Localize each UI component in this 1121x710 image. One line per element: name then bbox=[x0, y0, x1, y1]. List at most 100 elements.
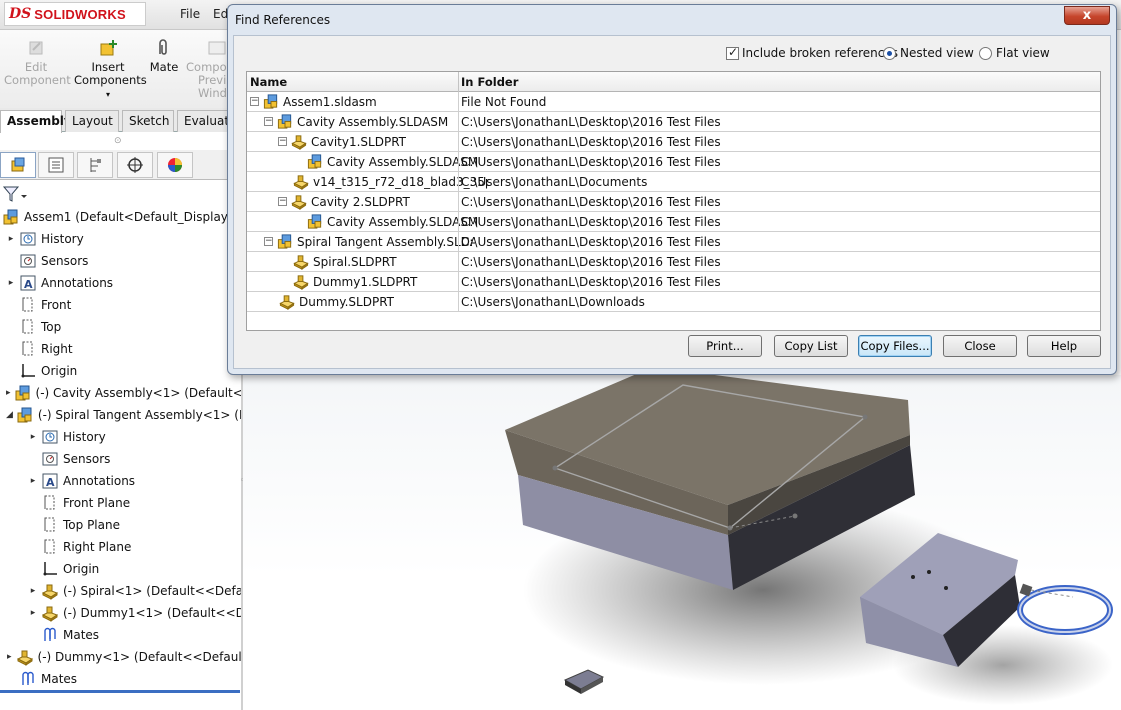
tab-assembly[interactable]: Assembly bbox=[0, 110, 72, 133]
tab-sketch[interactable]: Sketch bbox=[122, 110, 174, 132]
tree-item[interactable]: Front bbox=[6, 294, 242, 316]
assembly-icon bbox=[263, 94, 278, 109]
ds-logo-mark: DS bbox=[9, 6, 32, 22]
table-row[interactable]: Spiral.SLDPRT C:\Users\JonathanL\Desktop\… bbox=[247, 252, 1100, 272]
dimxpert-manager-tab[interactable] bbox=[117, 152, 153, 178]
nested-view-option[interactable]: Nested view bbox=[883, 46, 974, 60]
chevron-down-icon[interactable]: ▾ bbox=[106, 90, 110, 99]
cell-divider bbox=[458, 132, 459, 152]
expand-arrow-icon[interactable]: ▸ bbox=[6, 234, 16, 244]
tree-item-label: History bbox=[63, 430, 106, 444]
references-grid: Name In Folder − Assem1.sldasm File Not Fo… bbox=[246, 71, 1101, 331]
cell-divider bbox=[458, 272, 459, 292]
table-row[interactable]: − Cavity 2.SLDPRT C:\Users\JonathanL\Deskt… bbox=[247, 192, 1100, 212]
crosshair-icon bbox=[127, 157, 143, 173]
table-row[interactable]: − Assem1.sldasm File Not Found bbox=[247, 92, 1100, 112]
expand-arrow-icon[interactable]: ▸ bbox=[6, 652, 13, 662]
dialog-close-button[interactable]: x bbox=[1064, 6, 1110, 25]
copy-files-button[interactable]: Copy Files... bbox=[858, 335, 932, 357]
flat-view-radio[interactable] bbox=[979, 46, 992, 60]
table-row[interactable]: Dummy1.SLDPRT C:\Users\JonathanL\Desktop\… bbox=[247, 272, 1100, 292]
plane-icon bbox=[22, 319, 33, 334]
nested-view-radio[interactable] bbox=[883, 46, 896, 60]
tree-item[interactable]: Front Plane bbox=[28, 492, 242, 514]
table-row[interactable]: − Spiral Tangent Assembly.SLDA C:\Users\Jo… bbox=[247, 232, 1100, 252]
file-folder-path: C:\Users\JonathanL\Desktop\2016 Test Fil… bbox=[461, 214, 721, 229]
expand-arrow-icon[interactable]: ◢ bbox=[6, 410, 13, 420]
file-folder-path: C:\Users\JonathanL\Desktop\2016 Test Fil… bbox=[461, 234, 721, 249]
include-broken-references-option[interactable]: Include broken references bbox=[726, 45, 898, 60]
help-button[interactable]: Help bbox=[1027, 335, 1101, 357]
tree-item[interactable]: Right Plane bbox=[28, 536, 242, 558]
plane-icon bbox=[44, 495, 55, 510]
expand-arrow-icon[interactable]: ▸ bbox=[28, 586, 38, 596]
configuration-manager-tab[interactable] bbox=[77, 152, 113, 178]
tree-item[interactable]: ▸ (-) Spiral<1> (Default<<Default> bbox=[28, 580, 242, 602]
feature-manager-tree-tab[interactable] bbox=[0, 152, 36, 178]
tree-item[interactable]: Sensors bbox=[6, 250, 242, 272]
assembly-icon bbox=[277, 234, 292, 249]
file-folder-path: C:\Users\JonathanL\Desktop\2016 Test Fil… bbox=[461, 154, 721, 169]
collapse-toggle-icon[interactable]: − bbox=[278, 197, 287, 206]
expand-arrow-icon[interactable]: ▸ bbox=[28, 432, 38, 442]
splitter-grip-icon[interactable]: ⊙ bbox=[114, 136, 122, 146]
tree-item-label: Origin bbox=[41, 364, 78, 378]
tree-item[interactable]: ▸ (-) Dummy1<1> (Default<<Defa bbox=[28, 602, 242, 624]
tree-item[interactable]: Origin bbox=[6, 360, 242, 382]
include-broken-references-checkbox[interactable] bbox=[726, 45, 739, 60]
tree-item[interactable]: Mates bbox=[6, 668, 242, 690]
file-name: Dummy1.SLDPRT bbox=[313, 274, 418, 289]
collapse-toggle-icon[interactable]: − bbox=[264, 237, 273, 246]
column-header-in-folder[interactable]: In Folder bbox=[461, 75, 518, 89]
column-divider[interactable] bbox=[458, 72, 459, 92]
solidworks-logo[interactable]: DS SOLIDWORKS bbox=[4, 2, 146, 26]
tree-filter-button[interactable] bbox=[2, 184, 32, 204]
tree-item[interactable]: Assem1 (Default<Default_Display State bbox=[2, 206, 242, 228]
tree-item-label: (-) Spiral Tangent Assembly<1> (Defa bbox=[37, 408, 242, 422]
edit-component-button[interactable]: Edit Component bbox=[4, 38, 71, 87]
property-manager-tab[interactable] bbox=[38, 152, 74, 178]
table-row[interactable]: Cavity Assembly.SLDASM C:\Users\JonathanL… bbox=[247, 212, 1100, 232]
collapse-toggle-icon[interactable]: − bbox=[250, 97, 259, 106]
tree-item[interactable]: Sensors bbox=[28, 448, 242, 470]
expand-arrow-icon[interactable]: ▸ bbox=[6, 278, 16, 288]
close-button[interactable]: Close bbox=[943, 335, 1017, 357]
collapse-toggle-icon[interactable]: − bbox=[278, 137, 287, 146]
tree-item[interactable]: Top Plane bbox=[28, 514, 242, 536]
tab-layout[interactable]: Layout bbox=[65, 110, 119, 132]
display-manager-tab[interactable] bbox=[157, 152, 193, 178]
file-name: Cavity Assembly.SLDASM bbox=[327, 154, 479, 169]
table-row[interactable]: − Cavity Assembly.SLDASM C:\Users\Jonathan… bbox=[247, 112, 1100, 132]
tree-item[interactable]: ▸ A Annotations bbox=[6, 272, 242, 294]
expand-arrow-icon[interactable]: ▸ bbox=[28, 608, 38, 618]
print-button[interactable]: Print... bbox=[688, 335, 762, 357]
table-row[interactable]: − Cavity1.SLDPRT C:\Users\JonathanL\Deskto… bbox=[247, 132, 1100, 152]
menu-file[interactable]: File bbox=[180, 7, 200, 21]
menu-edit[interactable]: Ed bbox=[213, 7, 228, 21]
tree-item[interactable]: Top bbox=[6, 316, 242, 338]
tree-item-label: (-) Dummy1<1> (Default<<Defa bbox=[63, 606, 242, 620]
tree-item[interactable]: Origin bbox=[28, 558, 242, 580]
mate-button[interactable]: Mate bbox=[146, 38, 182, 74]
tree-item[interactable]: Mates bbox=[28, 624, 242, 646]
tree-item[interactable]: ◢ (-) Spiral Tangent Assembly<1> (Defa bbox=[6, 404, 242, 426]
tree-item[interactable]: ▸ (-) Dummy<1> (Default<<Default>_I bbox=[6, 646, 242, 668]
flat-view-option[interactable]: Flat view bbox=[979, 46, 1050, 60]
insert-components-button[interactable]: Insert Components ▾ bbox=[74, 38, 147, 101]
copy-list-button[interactable]: Copy List bbox=[774, 335, 848, 357]
graphics-viewport[interactable] bbox=[243, 367, 1121, 710]
tree-item[interactable]: ▸ History bbox=[28, 426, 242, 448]
table-row[interactable]: Dummy.SLDPRT C:\Users\JonathanL\Downloads bbox=[247, 292, 1100, 312]
expand-arrow-icon[interactable]: ▸ bbox=[6, 388, 11, 398]
tree-item[interactable]: ▸ (-) Cavity Assembly<1> (Default<Disp bbox=[6, 382, 242, 404]
tree-item[interactable]: ▸ History bbox=[6, 228, 242, 250]
file-folder-path: C:\Users\JonathanL\Desktop\2016 Test Fil… bbox=[461, 134, 721, 149]
tree-item[interactable]: Right bbox=[6, 338, 242, 360]
expand-arrow-icon[interactable]: ▸ bbox=[28, 476, 38, 486]
table-row[interactable]: Cavity Assembly.SLDASM C:\Users\JonathanL… bbox=[247, 152, 1100, 172]
table-row[interactable]: v14_t315_r72_d18_blad3_35pl_ C:\Users\Jon… bbox=[247, 172, 1100, 192]
collapse-toggle-icon[interactable]: − bbox=[264, 117, 273, 126]
tree-item[interactable]: ▸ A Annotations bbox=[28, 470, 242, 492]
column-header-name[interactable]: Name bbox=[250, 75, 287, 89]
tree-item-label: (-) Spiral<1> (Default<<Default> bbox=[63, 584, 242, 598]
